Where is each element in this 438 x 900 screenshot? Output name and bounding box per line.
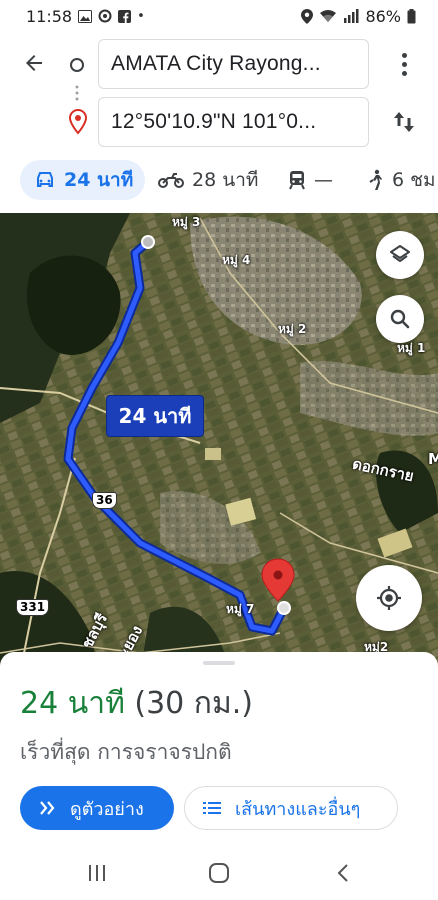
map-label: หมู่ 2: [278, 322, 307, 336]
battery-percent: 86%: [365, 6, 401, 26]
status-bar: 11:58 • 86%: [0, 0, 438, 32]
travel-modes: 24 นาที 28 นาที — 6 ชม: [0, 160, 438, 200]
route-time-badge[interactable]: 24 นาที: [106, 395, 204, 437]
signal-icon: [344, 9, 359, 23]
car-icon: [37, 172, 53, 187]
my-location-icon: [377, 586, 401, 610]
directions-sheet: 24 นาที (30 กม.) เร็วที่สุด การจราจรปกติ…: [0, 652, 438, 900]
transit-icon: [289, 171, 305, 190]
more-dot: [401, 70, 407, 76]
facebook-icon: [118, 9, 132, 23]
mode-label: 6 ชม: [392, 169, 436, 191]
more-options-button[interactable]: [390, 47, 418, 81]
map-label: M: [428, 450, 438, 468]
eta-distance: (30 กม.): [134, 686, 253, 721]
map-label: หมู่ 4: [222, 253, 251, 267]
route-eta: 24 นาที (30 กม.): [20, 680, 253, 727]
arrow-back-icon: [26, 55, 42, 71]
mode-transit[interactable]: —: [288, 160, 333, 200]
eta-time: 24 นาที: [20, 686, 125, 721]
road-shield: 36: [92, 492, 117, 509]
destination-row: 12°50'10.9"N 101°0...: [0, 97, 438, 149]
back-icon: [337, 864, 348, 882]
steps-label: เส้นทางและอื่นๆ: [235, 798, 361, 820]
map-label: หมู่ 7: [226, 602, 255, 616]
double-chevron-right-icon: [40, 801, 55, 815]
map-label: หมู่ 3: [172, 215, 201, 229]
drag-handle[interactable]: [203, 661, 235, 665]
back-nav-button[interactable]: [326, 858, 360, 888]
wifi-icon: [320, 10, 337, 22]
gallery-icon: [78, 9, 93, 23]
maps-directions-screen: 11:58 • 86% AMATA City Rayong... 12°50'1…: [0, 0, 438, 900]
more-dot: [401, 52, 407, 58]
search-icon: [390, 309, 410, 329]
recents-button[interactable]: [80, 858, 114, 888]
recents-icon: [89, 865, 105, 881]
status-right: 86%: [301, 7, 416, 26]
list-icon: [203, 802, 221, 814]
map-view[interactable]: หมู่ 3 หมู่ 4 หมู่ 2 หมู่ 1 ดอกกราย หมู่…: [0, 213, 438, 673]
mode-label: —: [314, 169, 333, 191]
preview-button[interactable]: ดูตัวอย่าง: [20, 786, 174, 830]
mode-drive[interactable]: 24 นาที: [20, 160, 146, 200]
swap-vertical-icon: [394, 112, 414, 132]
system-nav-bar: [0, 848, 438, 900]
my-location-button[interactable]: [356, 565, 422, 631]
mode-label: 24 นาที: [64, 169, 134, 191]
notification-dot: •: [137, 8, 145, 24]
home-button[interactable]: [202, 858, 236, 888]
swap-button[interactable]: [388, 109, 420, 139]
walk-icon: [369, 169, 382, 190]
origin-row: AMATA City Rayong...: [0, 39, 438, 91]
origin-circle-icon: [70, 58, 84, 72]
mode-label: 28 นาที: [192, 169, 259, 191]
layers-button[interactable]: [376, 231, 424, 279]
origin-input[interactable]: AMATA City Rayong...: [98, 39, 369, 89]
more-dot: [401, 61, 407, 67]
clock: 11:58: [26, 6, 73, 26]
back-button[interactable]: [18, 51, 50, 79]
home-icon: [209, 863, 229, 883]
mode-walk[interactable]: 6 ชม: [368, 160, 436, 200]
road-shield: 331: [16, 599, 50, 616]
preview-label: ดูตัวอย่าง: [70, 798, 144, 820]
destination-input[interactable]: 12°50'10.9"N 101°0...: [98, 97, 369, 147]
search-along-route-button[interactable]: [376, 295, 424, 343]
layers-icon: [390, 245, 410, 262]
battery-icon: [407, 8, 416, 23]
mode-motorcycle[interactable]: 28 นาที: [158, 160, 258, 200]
motorcycle-icon: [158, 173, 184, 188]
location-icon: [301, 8, 314, 24]
destination-pin-icon: [69, 109, 87, 135]
route-summary: เร็วที่สุด การจราจรปกติ: [20, 740, 232, 764]
status-left: 11:58 •: [26, 7, 145, 26]
steps-and-more-button[interactable]: เส้นทางและอื่นๆ: [184, 786, 398, 830]
alarm-icon: [98, 9, 112, 23]
